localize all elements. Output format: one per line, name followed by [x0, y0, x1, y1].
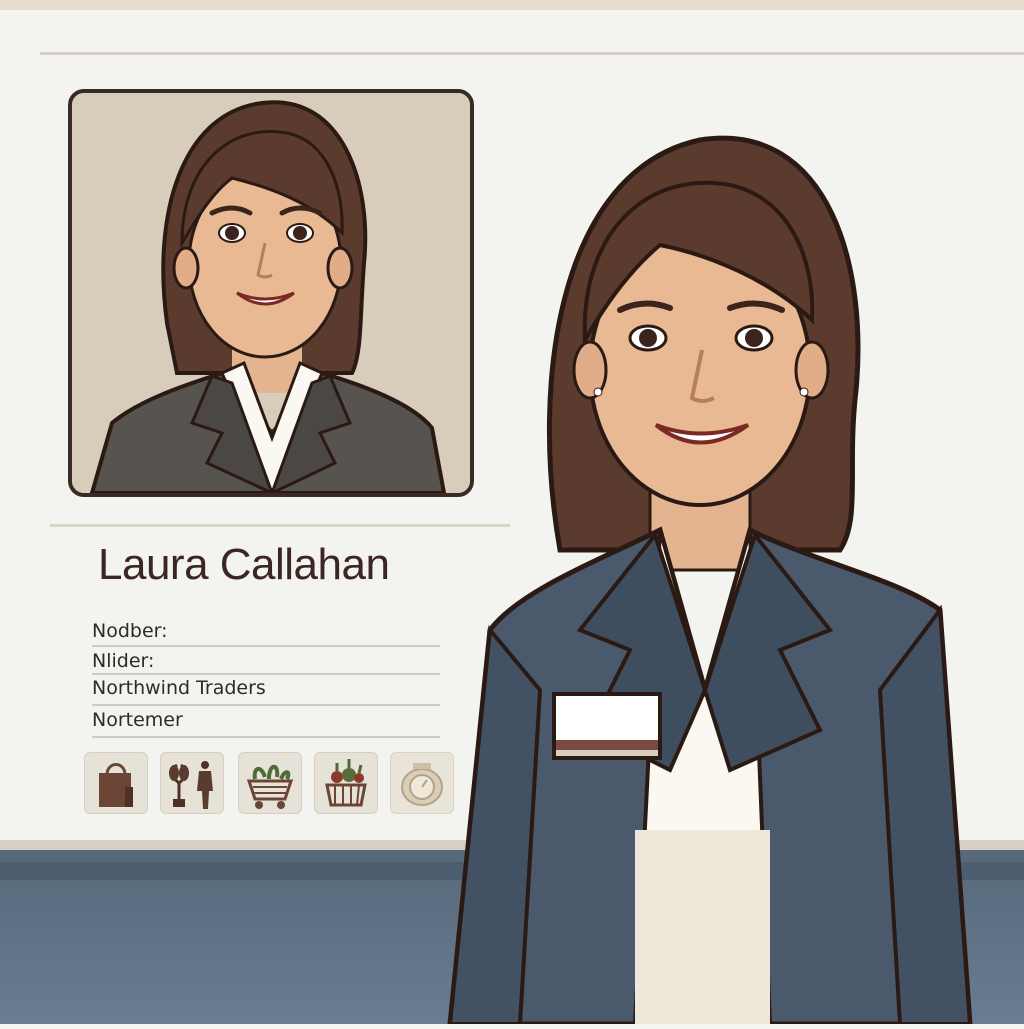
profile-photo: [68, 89, 474, 497]
employee-illustration: [430, 130, 1024, 1027]
field-underline-4: [92, 736, 440, 738]
shopping-bag-icon: [84, 752, 148, 814]
field-label-4: Nortemer: [92, 709, 183, 731]
field-label-1: Nodber:: [92, 620, 168, 642]
produce-cart-icon: [238, 752, 302, 814]
profile-name: Laura Callahan: [98, 540, 390, 589]
field-label-2: Nlider:: [92, 650, 155, 672]
top-divider-line: [40, 52, 1024, 55]
portrait-illustration: [72, 93, 470, 493]
field-underline-2: [92, 673, 440, 675]
name-badge: [552, 692, 662, 760]
field-underline-3: [92, 704, 440, 706]
plant-and-mannequin-icon: [160, 752, 224, 814]
company-name: Northwind Traders: [92, 677, 266, 699]
vegetable-basket-icon: [314, 752, 378, 814]
field-underline-1: [92, 645, 440, 647]
top-border: [0, 0, 1024, 10]
